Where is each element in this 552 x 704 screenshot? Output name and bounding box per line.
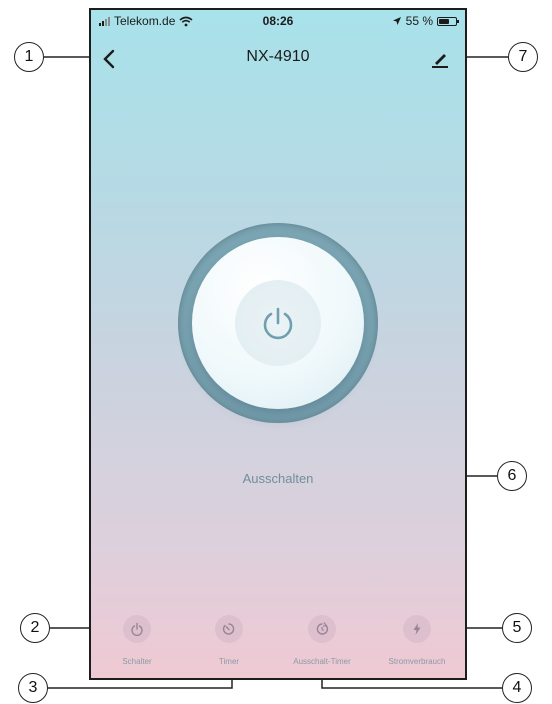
battery-icon [437, 16, 459, 26]
tab-stromverbrauch[interactable]: Stromverbrauch [374, 615, 460, 666]
battery-percent: 55 % [405, 14, 433, 28]
callout-7: 7 [508, 42, 538, 72]
tab-schalter[interactable]: Schalter [94, 615, 180, 666]
pencil-icon [432, 54, 448, 68]
power-ring [178, 223, 378, 423]
power-button[interactable] [192, 237, 364, 409]
status-bar: Telekom.de 08:26 55 % [91, 10, 465, 32]
tab-label: Timer [218, 657, 240, 666]
lightning-icon [413, 623, 421, 635]
callout-2: 2 [20, 613, 50, 643]
callout-1: 1 [14, 42, 44, 72]
edit-button[interactable] [429, 48, 451, 70]
power-status-label: Ausschalten [242, 471, 314, 486]
tab-timer[interactable]: Timer [186, 615, 272, 666]
timer-icon [222, 623, 235, 635]
power-button-center[interactable] [235, 280, 321, 366]
off-timer-icon [316, 622, 329, 635]
phone-screen: Telekom.de 08:26 55 % NX-4910 Ausschalte… [89, 8, 467, 680]
tab-label: Stromverbrauch [388, 657, 446, 666]
callout-6: 6 [497, 461, 527, 491]
power-icon [131, 622, 143, 636]
callout-5: 5 [502, 613, 532, 643]
tab-label: Ausschalt-Timer [293, 657, 351, 666]
tab-label: Schalter [122, 657, 152, 666]
location-arrow-icon [392, 17, 401, 25]
callout-4: 4 [502, 673, 532, 703]
callout-3: 3 [18, 673, 48, 703]
power-icon [263, 307, 293, 340]
tab-ausschalt-timer[interactable]: Ausschalt-Timer [279, 615, 365, 666]
page-title: NX-4910 [246, 48, 310, 65]
